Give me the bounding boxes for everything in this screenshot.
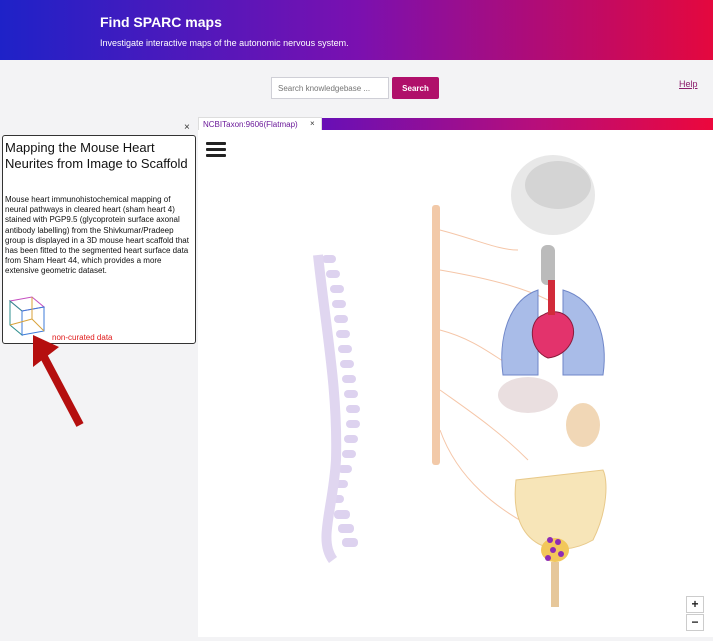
spinal-cord-line	[313, 254, 342, 563]
help-link[interactable]: Help	[679, 79, 698, 89]
search-button[interactable]: Search	[392, 77, 439, 99]
popup-close-icon[interactable]: ×	[184, 122, 190, 133]
tab-close-icon[interactable]: ×	[310, 119, 315, 128]
tab-flatmap[interactable]: NCBITaxon:9606(Flatmap)	[198, 117, 322, 131]
anatomy-flatmap[interactable]	[198, 130, 713, 637]
tab-label: NCBITaxon:9606(Flatmap)	[203, 120, 298, 129]
popup-description: Mouse heart immunohistochemical mapping …	[5, 195, 189, 276]
aorta	[548, 280, 555, 315]
brain-shape	[525, 161, 591, 209]
search-input[interactable]	[271, 77, 389, 99]
annotation-arrow-icon	[33, 335, 84, 427]
popup-title: Mapping the Mouse Heart Neurites from Im…	[5, 140, 188, 171]
header-banner: Find SPARC maps Investigate interactive …	[0, 0, 713, 60]
zoom-out-button[interactable]: −	[686, 614, 704, 631]
stomach	[566, 403, 600, 447]
page-subtitle: Investigate interactive maps of the auto…	[100, 38, 349, 48]
menu-icon[interactable]	[206, 142, 226, 158]
urethra	[551, 562, 559, 607]
liver	[498, 377, 558, 413]
sympathetic-chain	[432, 205, 440, 465]
zoom-in-button[interactable]: +	[686, 596, 704, 613]
colon	[514, 469, 607, 550]
trachea	[541, 245, 555, 285]
page-title: Find SPARC maps	[100, 14, 222, 30]
